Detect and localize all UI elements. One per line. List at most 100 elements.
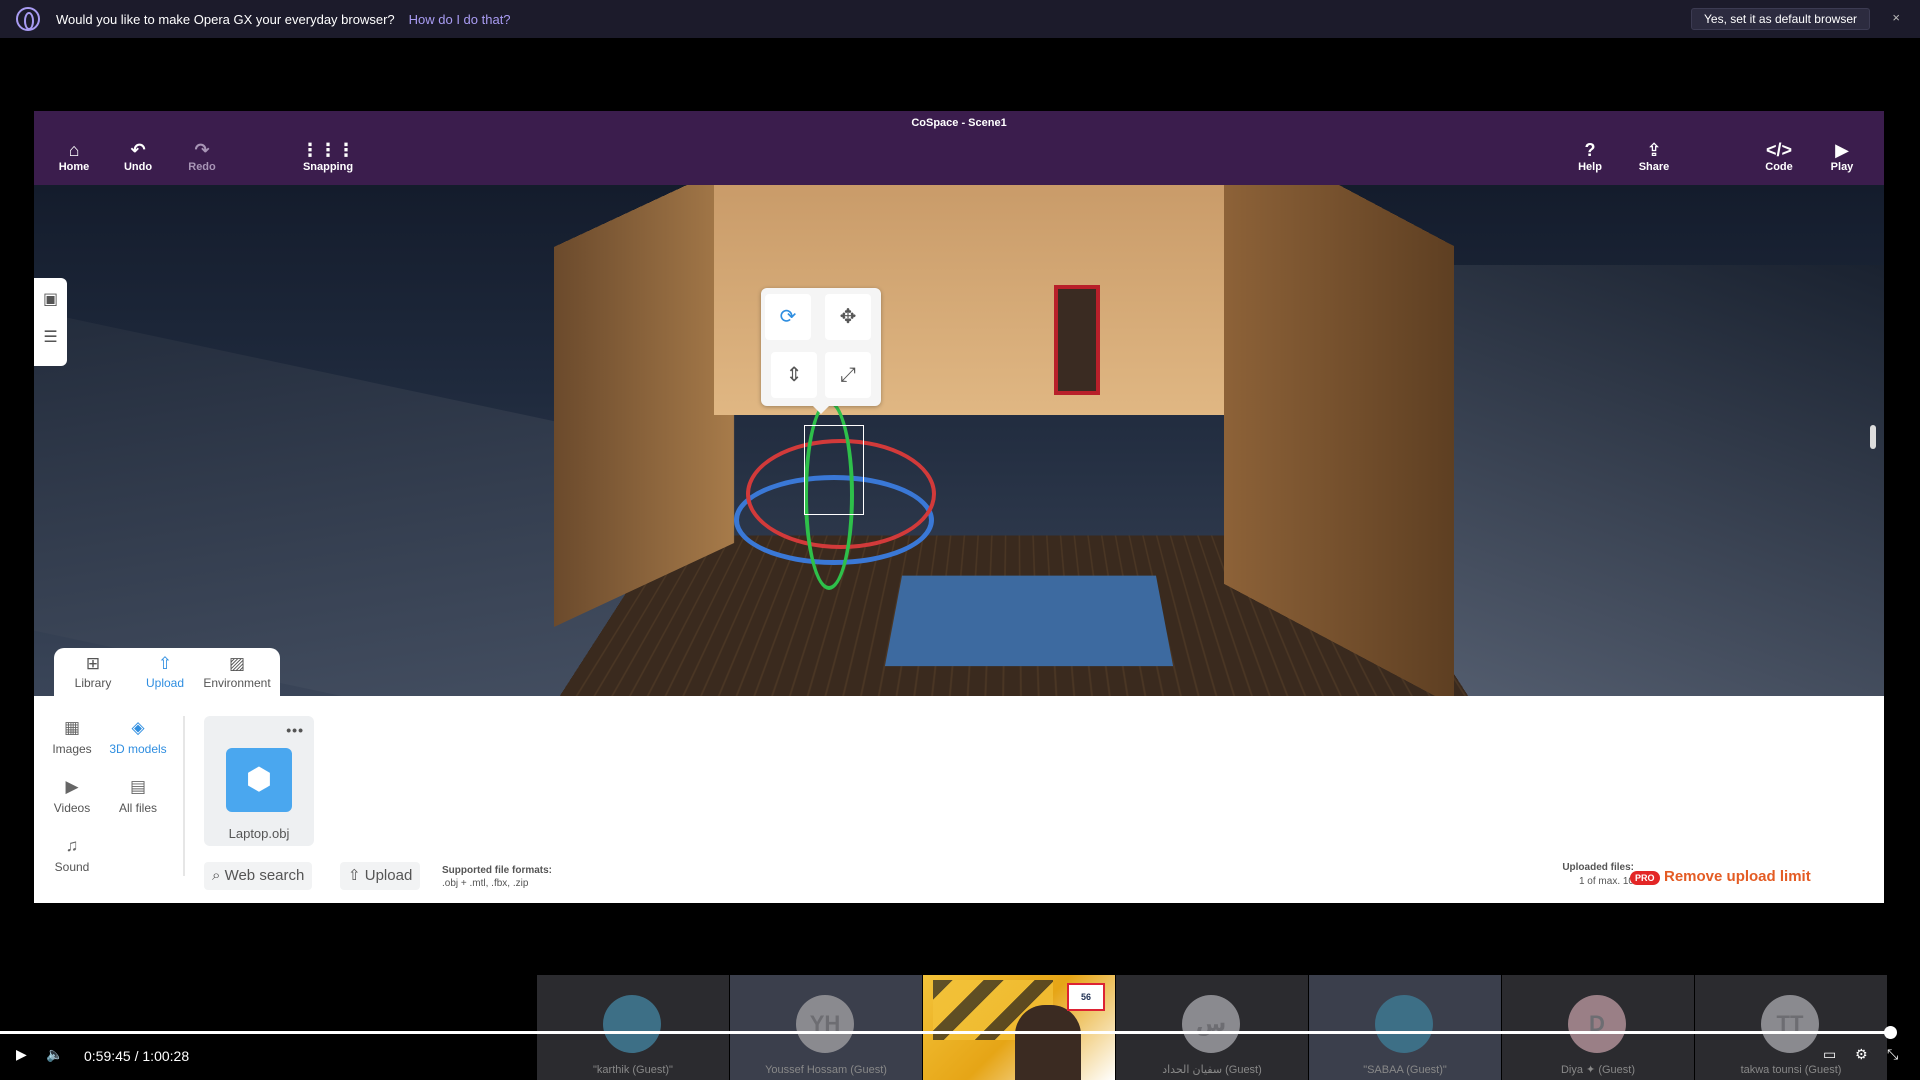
tab-upload[interactable]: ⇧ Upload [130, 654, 200, 690]
avatar: YH [796, 995, 854, 1053]
playback-time: 0:59:45 / 1:00:28 [84, 1048, 190, 1064]
opera-logo-icon [16, 7, 40, 31]
scene-title: CoSpace - Scene1 [911, 117, 1007, 129]
avatar [1375, 995, 1433, 1053]
participant-name: "SABAA (Guest)" [1363, 1064, 1447, 1076]
participant-tile[interactable]: TT takwa tounsi (Guest) [1695, 975, 1887, 1080]
participant-name: Youssef Hossam (Guest) [765, 1064, 887, 1076]
participant-video[interactable]: 56 [923, 975, 1115, 1080]
category-all-files[interactable]: ▤ All files [108, 777, 168, 815]
avatar: س [1182, 995, 1240, 1053]
file-card[interactable]: ••• ⬢ Laptop.obj [204, 716, 314, 846]
opera-message: Would you like to make Opera GX your eve… [56, 11, 395, 27]
lift-mode-button[interactable]: ⇕ [771, 352, 817, 398]
play-icon: ▶ [1835, 140, 1849, 160]
upload-icon: ⇧ [348, 867, 361, 884]
participant-name: takwa tounsi (Guest) [1740, 1064, 1842, 1076]
category-videos[interactable]: ▶ Videos [42, 777, 102, 815]
video-person [1015, 1005, 1081, 1080]
tab-library[interactable]: ⊞ Library [58, 654, 128, 690]
list-icon[interactable]: ☰ [34, 322, 67, 354]
playback-progress-bar[interactable] [0, 1031, 1892, 1034]
avatar [603, 995, 661, 1053]
scene-viewport[interactable]: ▣ ☰ ⟳ ✥ ⇕ ⤢ [34, 185, 1884, 696]
rotate-mode-button[interactable]: ⟳ [765, 294, 811, 340]
participant-name: Diya ✦ (Guest) [1560, 1064, 1635, 1076]
help-button[interactable]: ? Help [1560, 139, 1620, 173]
house-door [1054, 285, 1100, 395]
share-icon: ⇪ [1646, 140, 1662, 160]
more-options-icon[interactable]: ••• [286, 722, 304, 738]
dining-table [884, 575, 1174, 667]
close-icon[interactable]: × [1892, 10, 1900, 25]
scale-mode-button[interactable]: ⤢ [825, 352, 871, 398]
volume-icon[interactable]: 🔈 [46, 1046, 63, 1063]
set-default-browser-button[interactable]: Yes, set it as default browser [1691, 8, 1870, 30]
remove-upload-limit-link[interactable]: Remove upload limit [1664, 868, 1811, 885]
participant-tile[interactable]: D Diya ✦ (Guest) [1502, 975, 1694, 1080]
opera-default-browser-bar: Would you like to make Opera GX your eve… [0, 0, 1920, 38]
video-icon: ▶ [65, 777, 79, 796]
library-icon: ⊞ [85, 654, 101, 673]
library-tabs: ⊞ Library ⇧ Upload ▨ Environment [54, 648, 280, 700]
progress-handle[interactable] [1884, 1026, 1897, 1039]
code-button[interactable]: </> Code [1749, 139, 1809, 173]
redo-icon: ↷ [194, 140, 210, 160]
play-button[interactable]: ▶ Play [1812, 139, 1872, 173]
supported-formats: Supported file formats: .obj + .mtl, .fb… [442, 865, 553, 889]
category-sound[interactable]: ♫ Sound [42, 836, 102, 874]
upload-panel: ▦ Images ◈ 3D models ▶ Videos ▤ All file… [34, 696, 1884, 903]
gallery-icon[interactable]: ▣ [34, 284, 67, 316]
uploaded-files-count: Uploaded files: 1 of max. 10 [1562, 862, 1634, 887]
participant-tile[interactable]: "SABAA (Guest)" [1309, 975, 1501, 1080]
participant-name: سفيان الحداد (Guest) [1162, 1064, 1262, 1076]
category-3d-models[interactable]: ◈ 3D models [108, 718, 168, 756]
tab-environment[interactable]: ▨ Environment [202, 654, 272, 690]
snapping-button[interactable]: ⋮⋮⋮ Snapping [298, 139, 358, 173]
participant-tile[interactable]: س سفيان الحداد (Guest) [1116, 975, 1308, 1080]
help-icon: ? [1584, 140, 1596, 160]
environment-icon: ▨ [228, 654, 246, 673]
participant-tile[interactable]: "karthik (Guest)" [537, 975, 729, 1080]
code-icon: </> [1765, 140, 1793, 160]
files-icon: ▤ [129, 777, 147, 796]
upload-icon: ⇧ [157, 654, 173, 673]
web-search-button[interactable]: ⌕ Web search [204, 862, 313, 890]
play-icon[interactable]: ▶ [16, 1046, 27, 1063]
avatar: TT [1761, 995, 1819, 1053]
image-icon: ▦ [63, 718, 81, 737]
scroll-handle[interactable] [1870, 425, 1876, 449]
rotate-icon: ⟳ [779, 306, 797, 328]
panel-divider [183, 716, 185, 876]
grid-icon: ⋮⋮⋮ [301, 140, 355, 160]
opera-how-link[interactable]: How do I do that? [409, 12, 511, 27]
move-mode-button[interactable]: ✥ [825, 294, 871, 340]
category-images[interactable]: ▦ Images [42, 718, 102, 756]
cospaces-app: CoSpace - Scene1 ⌂ Home ↶ Undo ↷ Redo ⋮⋮… [34, 111, 1884, 903]
avatar: D [1568, 995, 1626, 1053]
home-icon: ⌂ [68, 140, 80, 160]
selection-box [804, 425, 864, 515]
search-icon: ⌕ [212, 867, 221, 884]
upload-button[interactable]: ⇧ Upload [340, 862, 421, 890]
undo-button[interactable]: ↶ Undo [108, 139, 168, 173]
up-down-icon: ⇕ [785, 364, 803, 386]
share-button[interactable]: ⇪ Share [1624, 139, 1684, 173]
music-icon: ♫ [65, 836, 79, 855]
redo-button[interactable]: ↷ Redo [172, 139, 232, 173]
panel-pointer [813, 406, 829, 414]
undo-icon: ↶ [130, 140, 146, 160]
top-toolbar: CoSpace - Scene1 ⌂ Home ↶ Undo ↷ Redo ⋮⋮… [34, 111, 1884, 185]
settings-icon[interactable]: ⚙ [1855, 1046, 1868, 1063]
pro-badge: PRO [1630, 871, 1660, 885]
transform-panel: ⟳ ✥ ⇕ ⤢ [761, 288, 881, 414]
exit-fullscreen-icon[interactable]: ⤡ [1887, 1046, 1898, 1063]
studio-logo: 56 [1067, 983, 1105, 1011]
scene-side-toolbar: ▣ ☰ [34, 278, 67, 366]
move-icon: ✥ [839, 306, 857, 328]
home-button[interactable]: ⌂ Home [44, 139, 104, 173]
captions-icon[interactable]: ▭ [1823, 1046, 1836, 1063]
participant-tile[interactable]: YH Youssef Hossam (Guest) [730, 975, 922, 1080]
file-name: Laptop.obj [228, 826, 290, 841]
participants-strip: "karthik (Guest)" YH Youssef Hossam (Gue… [537, 975, 1887, 1080]
